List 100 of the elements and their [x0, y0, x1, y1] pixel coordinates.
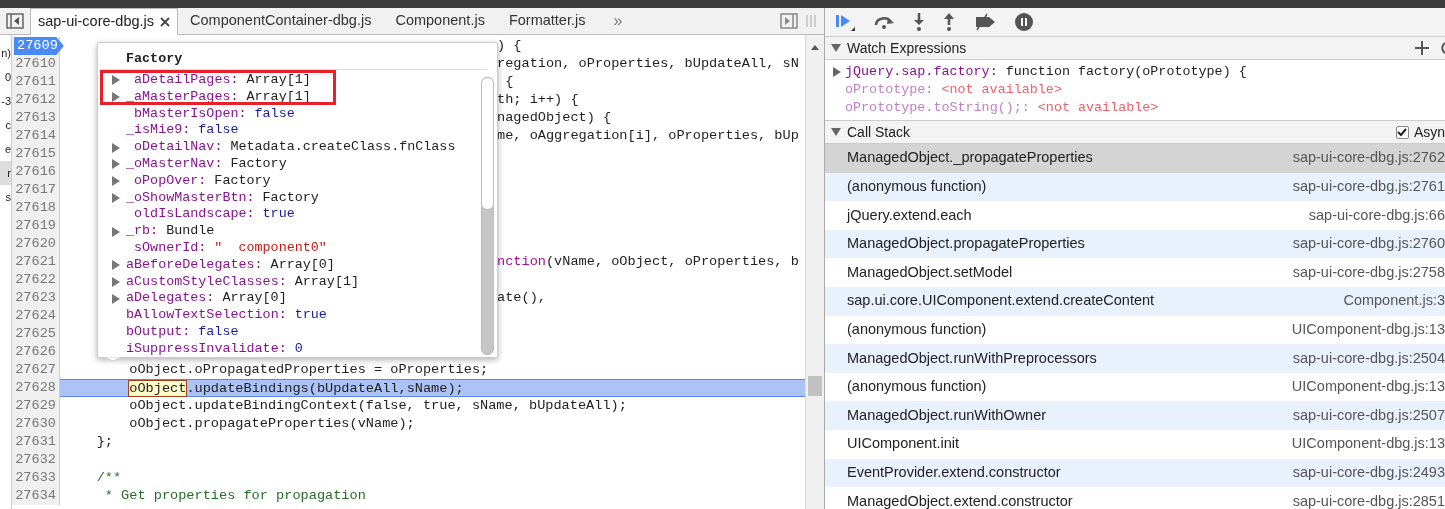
property-entry[interactable]: aCustomStyleClasses: Array[1] [112, 273, 359, 291]
file-tree-item[interactable]: r [0, 161, 11, 185]
property-entry[interactable]: aBeforeDelegates: Array[0] [112, 256, 335, 274]
close-icon[interactable] [160, 17, 171, 27]
code-line: me, oAggregation[i], oProperties, bUp [497, 127, 799, 145]
step-into-icon[interactable] [913, 13, 925, 31]
scroll-up-icon[interactable] [811, 45, 819, 50]
scrollbar-thumb[interactable] [808, 376, 822, 396]
collapse-triangle-icon[interactable] [831, 44, 841, 52]
expand-triangle-icon[interactable] [112, 142, 120, 153]
frame-function: ManagedObject.extend.constructor [847, 491, 1073, 509]
checkbox[interactable] [1395, 125, 1409, 139]
navigator-toggle-icon[interactable] [6, 13, 24, 29]
property-entry[interactable]: bOutput: false [112, 323, 239, 341]
call-stack-frame[interactable]: sap.ui.core.UIComponent.extend.createContent Component.js:3 [825, 286, 1445, 316]
frame-location[interactable]: sap-ui-core-dbg.js:2758 [1292, 261, 1445, 284]
expand-triangle-icon[interactable] [112, 92, 120, 103]
step-out-icon[interactable] [943, 13, 955, 31]
frame-location[interactable]: sap-ui-core-dbg.js:2762 [1292, 147, 1445, 170]
expand-triangle-icon[interactable] [112, 176, 120, 187]
frame-function: ManagedObject.setModel [847, 262, 1013, 282]
expand-triangle-icon[interactable] [112, 159, 120, 170]
property-entry[interactable]: aDelegates: Array[0] [112, 290, 287, 308]
code-line: oObject.oPropagatedProperties = oProperties; [128, 361, 489, 379]
watch-expression[interactable]: jQuery.sap.factory: function factory(oPrototype) { [833, 63, 1247, 81]
frame-location[interactable]: sap-ui-core-dbg.js:66 [1308, 204, 1445, 227]
code-line: ) { [497, 37, 522, 55]
scrollbar[interactable] [805, 35, 824, 509]
line-number: 27630 [15, 415, 56, 433]
property-entry[interactable]: aDetailPages: Array[1] [112, 72, 311, 89]
property-entry[interactable]: sOwnerId: " component0" [112, 239, 327, 257]
editor-tab[interactable]: Component.js [383, 8, 497, 34]
line-number: 27620 [15, 235, 56, 253]
line-number: 27625 [15, 325, 56, 343]
call-stack-frame[interactable]: EventProvider.extend.constructor sap-ui-core-dbg.js:2493 [825, 458, 1445, 488]
deactivate-breakpoints-icon[interactable] [973, 13, 997, 31]
line-number: 27615 [15, 145, 56, 163]
code-line: { [504, 73, 514, 91]
frame-location[interactable]: sap-ui-core-dbg.js:2507 [1292, 404, 1445, 427]
expand-triangle-icon[interactable] [112, 226, 120, 237]
expand-triangle-icon[interactable] [112, 192, 120, 203]
expand-triangle-icon[interactable] [112, 276, 120, 287]
line-number: 27612 [15, 91, 56, 109]
property-entry[interactable]: bAllowTextSelection: true [112, 307, 327, 324]
resume-icon[interactable] [835, 13, 855, 31]
call-stack-frame[interactable]: ManagedObject._propagateProperties sap-ui-core-dbg.js:2762 [825, 144, 1445, 173]
property-entry[interactable]: oDetailNav: Metadata.createClass.fnClass [112, 139, 456, 156]
property-entry[interactable]: _rb: Bundle [112, 223, 215, 240]
frame-location[interactable]: sap-ui-core-dbg.js:2493 [1292, 461, 1445, 484]
editor-tab[interactable]: Formatter.js [496, 8, 598, 34]
collapse-triangle-icon[interactable] [831, 128, 841, 136]
expand-triangle-icon[interactable] [112, 260, 120, 271]
frame-location[interactable]: sap-ui-core-dbg.js:2851 [1292, 490, 1445, 509]
section-title[interactable]: Call Stack [847, 121, 911, 143]
call-stack-frame[interactable]: ManagedObject.propagateProperties sap-ui-core-dbg.js:2760 [825, 229, 1445, 259]
frame-location[interactable]: UIComponent-dbg.js:13 [1291, 376, 1445, 398]
frame-location[interactable]: UIComponent-dbg.js:13 [1291, 433, 1445, 456]
popover-scrollbar[interactable] [481, 77, 494, 355]
expand-triangle-icon[interactable] [833, 67, 841, 77]
popover-scrollbar-thumb[interactable] [482, 78, 493, 210]
line-number: 27613 [15, 109, 56, 127]
line-number: 27626 [15, 343, 56, 361]
add-icon[interactable] [1415, 41, 1429, 55]
property-entry[interactable]: _oShowMasterBtn: Factory [112, 189, 319, 207]
section-title[interactable]: Watch Expressions [847, 37, 967, 59]
property-entry[interactable]: oPopOver: Factory [112, 172, 271, 190]
call-stack-frame[interactable]: (anonymous function) sap-ui-core-dbg.js:2761 [825, 172, 1445, 202]
frame-location[interactable]: sap-ui-core-dbg.js:2504 [1292, 347, 1445, 370]
editor-tab[interactable]: sap-ui-core-dbg.js [30, 8, 179, 35]
call-stack-frame[interactable]: ManagedObject.runWithOwner sap-ui-core-dbg.js:2507 [825, 401, 1445, 430]
pause-icon[interactable] [1015, 13, 1033, 31]
debugger-toggle-icon[interactable] [780, 13, 798, 29]
expand-triangle-icon[interactable] [112, 75, 120, 86]
property-entry[interactable]: _oMasterNav: Factory [112, 156, 287, 173]
file-tree-item[interactable]: e [0, 137, 11, 161]
frame-location[interactable]: sap-ui-core-dbg.js:2761 [1292, 176, 1445, 198]
code-line: ate(), [497, 289, 546, 307]
property-entry[interactable]: _isMie9: false [112, 122, 239, 140]
drag-handle-icon[interactable] [806, 14, 816, 28]
call-stack-frame[interactable]: ManagedObject.runWithPreprocessors sap-ui-core-dbg.js:2504 [825, 344, 1445, 373]
tab-overflow-button[interactable]: » [597, 8, 639, 34]
file-tree-item[interactable]: 0 [0, 65, 11, 89]
frame-function: EventProvider.extend.constructor [847, 462, 1061, 482]
property-entry[interactable]: iSuppressInvalidate: 0 [112, 340, 303, 358]
frame-location[interactable]: Component.js:3 [1343, 290, 1445, 313]
editor-tab[interactable]: ComponentContainer-dbg.js [178, 8, 384, 34]
file-tree-item[interactable]: n) [0, 41, 11, 65]
frame-location[interactable]: UIComponent-dbg.js:13 [1291, 319, 1445, 341]
file-tree-item[interactable]: -3 [0, 89, 11, 113]
code-line: regation, oProperties, bUpdateAll, sN [497, 55, 799, 73]
code-line: nagedObject) { [497, 109, 612, 127]
expand-triangle-icon[interactable] [112, 293, 120, 304]
file-tree-item[interactable]: c [0, 113, 11, 137]
file-tree-item[interactable]: s [0, 185, 11, 209]
checkbox-label[interactable]: Asyn [1413, 121, 1445, 143]
frame-location[interactable]: sap-ui-core-dbg.js:2760 [1292, 233, 1445, 255]
property-entry[interactable]: bMasterIsOpen: false [112, 105, 295, 123]
frame-function: (anonymous function) [847, 377, 987, 397]
property-entry[interactable]: oldIsLandscape: true [112, 206, 295, 224]
step-over-icon[interactable] [873, 15, 895, 29]
